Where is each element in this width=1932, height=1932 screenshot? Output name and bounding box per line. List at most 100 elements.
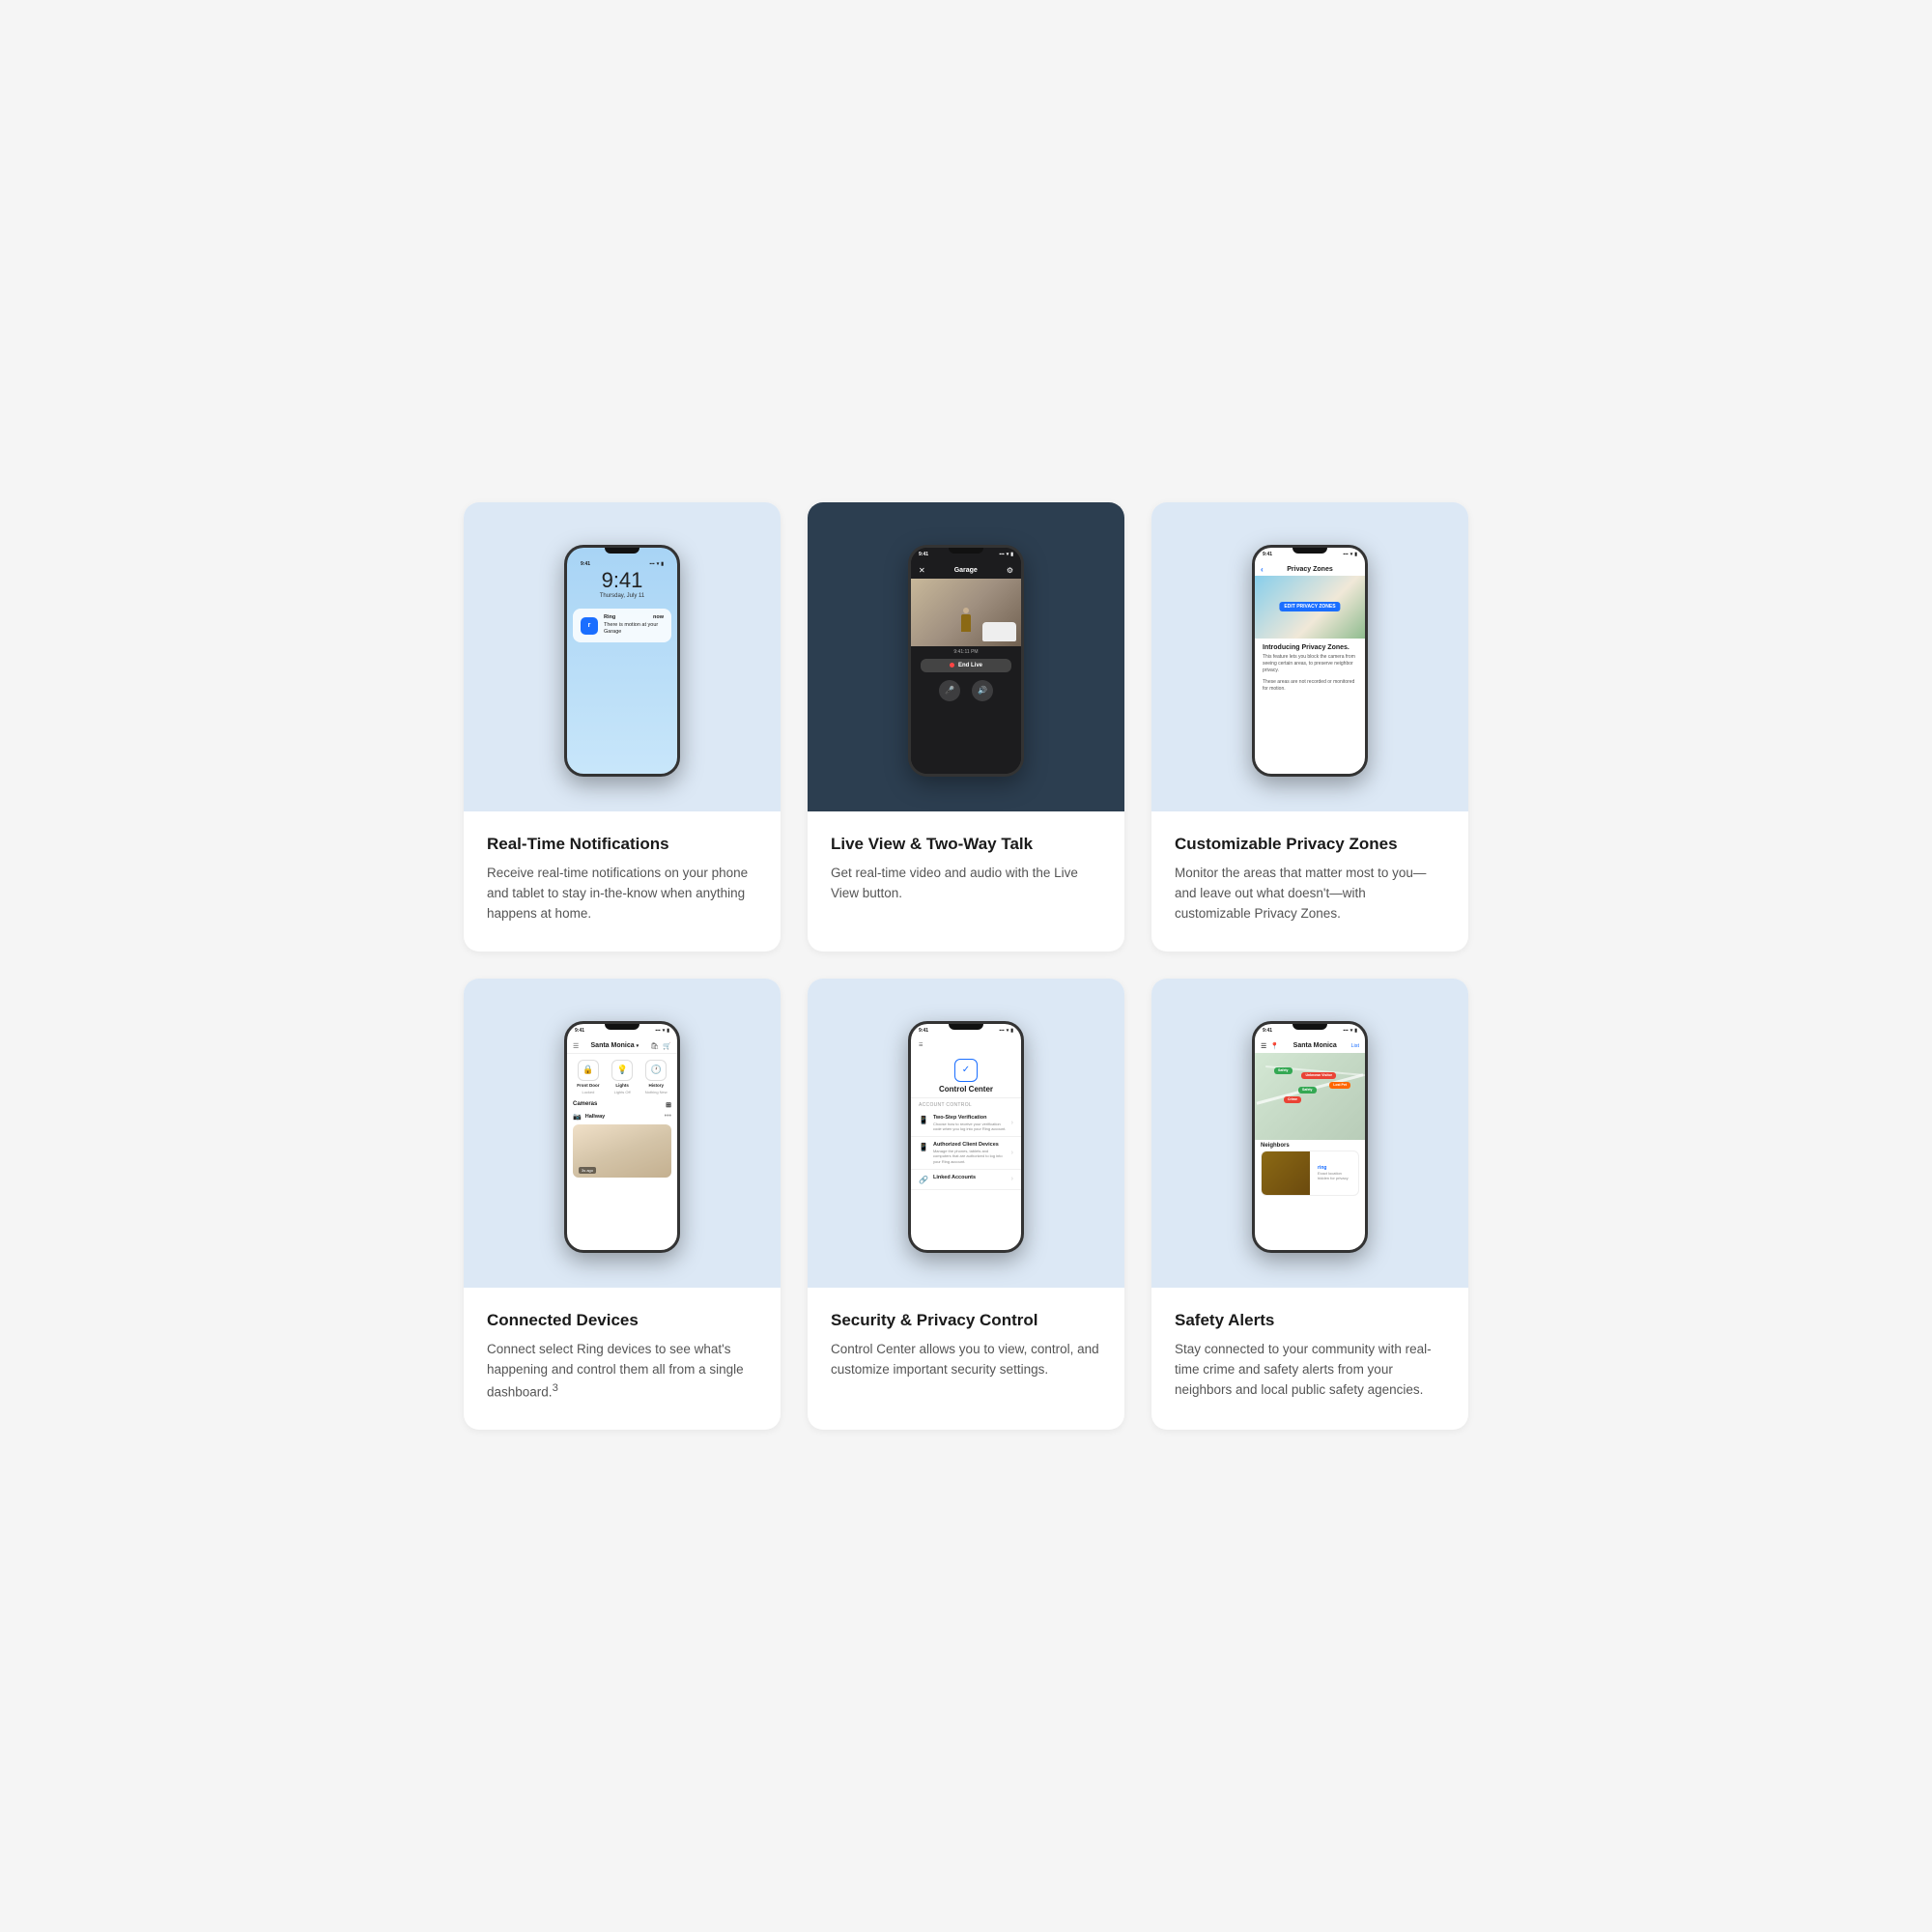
connected-footnote: 3: [553, 1382, 558, 1394]
phone-area-1: 9:41 ▪▪▪ ▾ ▮ 9:41 Thursday, July 11 r: [464, 502, 781, 811]
sec-item-linked-accounts[interactable]: 🔗 Linked Accounts ›: [911, 1170, 1021, 1190]
card-security-privacy: 9:41 ▪▪▪ ▾ ▮ ☰ ✓: [808, 979, 1124, 1430]
cd-time: 9:41: [575, 1028, 584, 1034]
sa-signal: ▪▪▪: [1343, 1028, 1348, 1034]
sa-status-icons: ▪▪▪ ▾ ▮: [1343, 1028, 1357, 1034]
speaker-button[interactable]: 🔊: [972, 680, 993, 701]
cd-lock-icon: 🔒: [578, 1060, 599, 1081]
linked-accounts-icon: 🔗: [919, 1176, 928, 1184]
sec-item-two-step[interactable]: 📱 Two-Step Verification Choose how to re…: [911, 1110, 1021, 1137]
notif-app-name: Ring: [604, 614, 615, 622]
cd-camera-item: 📷 Hallway •••: [567, 1111, 677, 1122]
lv-video: [911, 579, 1021, 646]
notif-message: There is motion at your Garage: [604, 622, 658, 636]
mute-button[interactable]: 🎤: [939, 680, 960, 701]
end-live-button[interactable]: End Live: [921, 659, 1011, 672]
phone-4: 9:41 ▪▪▪ ▾ ▮ ☰ Santa Monica: [564, 1021, 680, 1253]
feature-title-6: Safety Alerts: [1175, 1311, 1445, 1330]
sa-neighbors-section: Neighbors ring Exact location hidden for…: [1255, 1140, 1365, 1250]
cd-status-icons: ▪▪▪ ▾ ▮: [655, 1028, 669, 1034]
sa-map-icon[interactable]: 📍: [1270, 1042, 1279, 1050]
sa-badge-safety-1: Safety: [1274, 1067, 1293, 1074]
phone-5: 9:41 ▪▪▪ ▾ ▮ ☰ ✓: [908, 1021, 1024, 1253]
sec-account-control-label: Account Control: [911, 1098, 1021, 1110]
cd-camera-thumbnail: 3s ago: [573, 1124, 671, 1178]
sec-wifi: ▾: [1007, 1028, 1009, 1034]
lv-close-icon[interactable]: ✕: [919, 566, 925, 575]
sec-signal: ▪▪▪: [999, 1028, 1004, 1034]
ring-app-icon: r: [581, 617, 598, 635]
status-bar-1: 9:41 ▪▪▪ ▾ ▮: [573, 557, 671, 568]
cd-cameras-label: Cameras: [573, 1101, 597, 1109]
lv-controls: 🎤 🔊: [911, 674, 1021, 707]
connected-desc-text: Connect select Ring devices to see what'…: [487, 1342, 744, 1399]
pz-time: 9:41: [1263, 552, 1272, 557]
authorized-content: Authorized Client Devices Manage the pho…: [933, 1142, 1007, 1164]
feature-title-2: Live View & Two-Way Talk: [831, 835, 1101, 854]
sa-neighbors-title: Neighbors: [1261, 1143, 1359, 1149]
liveview-screen: 9:41 ▪▪▪ ▾ ▮ ✕ Garage ⚙: [911, 548, 1021, 774]
pz-battery: ▮: [1354, 552, 1357, 557]
sa-location-text: Santa Monica: [1293, 1042, 1337, 1049]
cd-front-door-label: Front Door: [577, 1083, 599, 1088]
lv-time: 9:41: [919, 552, 928, 557]
page-container: 9:41 ▪▪▪ ▾ ▮ 9:41 Thursday, July 11 r: [464, 502, 1468, 1430]
phone-1: 9:41 ▪▪▪ ▾ ▮ 9:41 Thursday, July 11 r: [564, 545, 680, 777]
phone-notch-6: [1293, 1024, 1327, 1030]
text-area-3: Customizable Privacy Zones Monitor the a…: [1151, 811, 1468, 952]
battery-icon: ▮: [661, 561, 664, 567]
card-live-view: 9:41 ▪▪▪ ▾ ▮ ✕ Garage ⚙: [808, 502, 1124, 952]
pz-topbar: ‹ Privacy Zones: [1255, 558, 1365, 576]
linked-chevron: ›: [1011, 1176, 1013, 1182]
two-step-chevron: ›: [1011, 1120, 1013, 1126]
card-safety-alerts: 9:41 ▪▪▪ ▾ ▮ ☰ 📍: [1151, 979, 1468, 1430]
notification-card: r Ring now There is motion at your Garag…: [573, 609, 671, 642]
sa-wifi: ▾: [1350, 1028, 1353, 1034]
pz-zone-label[interactable]: EDIT PRIVACY ZONES: [1279, 602, 1340, 611]
phone-screen-6: 9:41 ▪▪▪ ▾ ▮ ☰ 📍: [1255, 1024, 1365, 1250]
phone-screen-3: 9:41 ▪▪▪ ▾ ▮ ‹ Privacy Zones: [1255, 548, 1365, 774]
lv-battery: ▮: [1010, 552, 1013, 557]
card-connected-devices: 9:41 ▪▪▪ ▾ ▮ ☰ Santa Monica: [464, 979, 781, 1430]
cd-thumb-timestamp: 3s ago: [579, 1167, 596, 1174]
cd-action-lights[interactable]: 💡 Lights Lights Off: [611, 1060, 633, 1094]
sa-menu-icon[interactable]: ☰: [1261, 1042, 1266, 1050]
cd-action-history[interactable]: 🕐 History Nothing New: [645, 1060, 668, 1094]
safety-screen: 9:41 ▪▪▪ ▾ ▮ ☰ 📍: [1255, 1024, 1365, 1250]
cd-view-toggle-icon[interactable]: ⊞: [666, 1101, 671, 1109]
sa-list-link[interactable]: List: [1350, 1043, 1359, 1049]
signal-icon: ▪▪▪: [649, 561, 654, 567]
lock-time: 9:41: [573, 568, 671, 593]
lv-timestamp: 9:41:11 PM: [911, 646, 1021, 657]
cd-camera-more-icon[interactable]: •••: [665, 1113, 671, 1120]
feature-desc-5: Control Center allows you to view, contr…: [831, 1340, 1101, 1380]
pz-screen-title: Privacy Zones: [1287, 566, 1332, 573]
phone-area-6: 9:41 ▪▪▪ ▾ ▮ ☰ 📍: [1151, 979, 1468, 1288]
cd-cart-icon[interactable]: 🛒: [663, 1042, 671, 1050]
cd-camera-icon: 📷: [573, 1113, 582, 1121]
cd-lights-status: Lights Off: [614, 1090, 631, 1094]
end-live-label: End Live: [958, 663, 982, 668]
linked-accounts-content: Linked Accounts: [933, 1175, 1007, 1181]
pz-back-button[interactable]: ‹: [1261, 565, 1264, 574]
menu-icon[interactable]: ☰: [573, 1042, 579, 1050]
ls-time-small: 9:41: [581, 561, 590, 567]
authorized-desc: Manage the phones, tablets and computers…: [933, 1149, 1007, 1164]
cd-dropdown-icon[interactable]: ▾: [637, 1043, 639, 1049]
feature-title-3: Customizable Privacy Zones: [1175, 835, 1445, 854]
authorized-title: Authorized Client Devices: [933, 1142, 1007, 1148]
lv-settings-icon[interactable]: ⚙: [1007, 566, 1013, 575]
cd-action-front-door[interactable]: 🔒 Front Door Locked: [577, 1060, 599, 1094]
text-area-6: Safety Alerts Stay connected to your com…: [1151, 1288, 1468, 1428]
cd-shop-icon[interactable]: 🛍: [650, 1042, 659, 1050]
sa-badge-unknown: Unknown Visitor: [1301, 1072, 1336, 1079]
sa-topbar: ☰ 📍 Santa Monica List: [1255, 1035, 1365, 1053]
cd-light-icon: 💡: [611, 1060, 633, 1081]
sec-menu-icon[interactable]: ☰: [919, 1042, 923, 1048]
phone-screen-4: 9:41 ▪▪▪ ▾ ▮ ☰ Santa Monica: [567, 1024, 677, 1250]
lv-title: Garage: [925, 567, 1007, 574]
two-step-title: Two-Step Verification: [933, 1115, 1007, 1121]
lv-car: [982, 622, 1016, 641]
sec-item-authorized-devices[interactable]: 📱 Authorized Client Devices Manage the p…: [911, 1137, 1021, 1170]
cd-history-label: History: [648, 1083, 664, 1088]
